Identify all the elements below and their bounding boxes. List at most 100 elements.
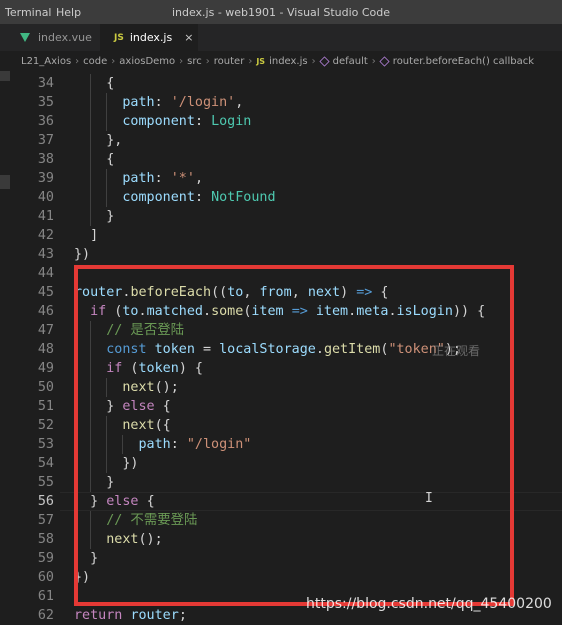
- line-number: 59: [37, 551, 54, 566]
- chevron-right-icon: ›: [179, 55, 184, 67]
- code-text: },: [74, 131, 122, 150]
- code-token: router: [130, 608, 179, 623]
- code-token: ,: [194, 171, 203, 186]
- code-token: ]: [74, 228, 99, 243]
- line-number: 42: [37, 228, 54, 243]
- line-number: 39: [37, 171, 54, 186]
- chevron-right-icon: ›: [111, 55, 116, 67]
- code-token: ;: [178, 608, 187, 623]
- watermark: https://blog.csdn.net/qq_45400200: [306, 596, 552, 612]
- text-cursor-icon: I: [425, 491, 433, 506]
- symbol-icon: [379, 55, 390, 67]
- tab-label: index.js: [129, 31, 173, 44]
- line-number: 46: [37, 304, 54, 319]
- line-number: 48: [37, 342, 54, 357]
- code-line[interactable]: 37 },: [0, 131, 562, 150]
- line-number: 35: [37, 95, 54, 110]
- code-token: component: [122, 190, 195, 205]
- highlight-annotation-box: [74, 265, 514, 606]
- chevron-right-icon: ›: [75, 55, 80, 67]
- code-token: path: [122, 95, 155, 110]
- breadcrumb-symbol[interactable]: default: [333, 56, 368, 67]
- code-token: }): [74, 247, 91, 262]
- code-line[interactable]: 42 ]: [0, 226, 562, 245]
- code-text: component: Login: [74, 112, 251, 131]
- code-line[interactable]: 38 {: [0, 150, 562, 169]
- code-token: },: [74, 133, 123, 148]
- tab-index-js[interactable]: JS index.js ×: [100, 24, 198, 51]
- line-number: 50: [37, 380, 54, 395]
- line-number: 53: [37, 437, 54, 452]
- breadcrumb-item[interactable]: L21_Axios: [21, 56, 71, 67]
- line-number: 49: [37, 361, 54, 376]
- code-token: Login: [211, 114, 252, 129]
- code-text: path: '*',: [74, 169, 203, 188]
- line-number: 45: [37, 285, 54, 300]
- line-number: 37: [37, 133, 54, 148]
- code-line[interactable]: 35 path: '/login',: [0, 93, 562, 112]
- js-icon: JS: [256, 56, 266, 66]
- line-number: 40: [37, 190, 54, 205]
- breadcrumb-symbol[interactable]: router.beforeEach() callback: [393, 56, 534, 67]
- code-token: {: [74, 76, 115, 91]
- symbol-icon: [319, 55, 330, 67]
- chevron-right-icon: ›: [248, 55, 253, 67]
- code-token: return: [74, 608, 123, 623]
- code-text: {: [74, 74, 114, 93]
- code-text: return router;: [74, 606, 187, 625]
- line-number: 36: [37, 114, 54, 129]
- code-token: :: [154, 95, 171, 110]
- code-line[interactable]: 34 {: [0, 74, 562, 93]
- code-line[interactable]: 36 component: Login: [0, 112, 562, 131]
- line-number: 55: [37, 475, 54, 490]
- title-bar: Terminal Help index.js - web1901 - Visua…: [0, 0, 562, 24]
- breadcrumb-file[interactable]: index.js: [269, 56, 308, 67]
- chevron-right-icon: ›: [205, 55, 210, 67]
- tab-label: index.vue: [38, 31, 92, 44]
- line-number: 51: [37, 399, 54, 414]
- breadcrumb-item[interactable]: src: [187, 56, 202, 67]
- code-line[interactable]: 39 path: '*',: [0, 169, 562, 188]
- code-line[interactable]: 41 }: [0, 207, 562, 226]
- close-icon[interactable]: ×: [184, 31, 193, 44]
- code-text: path: '/login',: [74, 93, 243, 112]
- line-number: 52: [37, 418, 54, 433]
- tab-bar: index.vue JS index.js ×: [0, 24, 562, 51]
- line-number: 34: [37, 76, 54, 91]
- code-text: {: [74, 150, 114, 169]
- code-token: NotFound: [211, 190, 276, 205]
- code-token: :: [154, 171, 171, 186]
- breadcrumb: L21_Axios › code › axiosDemo › src › rou…: [0, 51, 562, 71]
- js-icon: JS: [114, 32, 124, 43]
- breadcrumb-item[interactable]: code: [83, 56, 107, 67]
- window-title: index.js - web1901 - Visual Studio Code: [171, 6, 391, 19]
- code-token: {: [74, 152, 115, 167]
- line-number: 56: [37, 494, 54, 509]
- chevron-right-icon: ›: [311, 55, 316, 67]
- breadcrumb-item[interactable]: axiosDemo: [119, 56, 175, 67]
- line-number: 54: [37, 456, 54, 471]
- line-number: 41: [37, 209, 54, 224]
- vue-icon: [20, 33, 30, 42]
- line-number: 44: [37, 266, 54, 281]
- line-number: 61: [37, 589, 54, 604]
- code-line[interactable]: 40 component: NotFound: [0, 188, 562, 207]
- line-number: 43: [37, 247, 54, 262]
- code-token: :: [194, 190, 212, 205]
- breadcrumb-item[interactable]: router: [214, 56, 245, 67]
- code-text: component: NotFound: [74, 188, 276, 207]
- code-text: ]: [74, 226, 98, 245]
- chevron-right-icon: ›: [371, 55, 376, 67]
- code-token: }: [74, 209, 115, 224]
- code-token: path: [122, 171, 155, 186]
- code-text: }: [74, 207, 114, 226]
- code-token: '*': [170, 171, 195, 186]
- code-line[interactable]: 43}): [0, 245, 562, 264]
- code-token: '/login': [170, 95, 236, 110]
- line-number: 58: [37, 532, 54, 547]
- code-token: ,: [235, 95, 244, 110]
- code-text: }): [74, 245, 90, 264]
- line-number: 62: [37, 608, 54, 623]
